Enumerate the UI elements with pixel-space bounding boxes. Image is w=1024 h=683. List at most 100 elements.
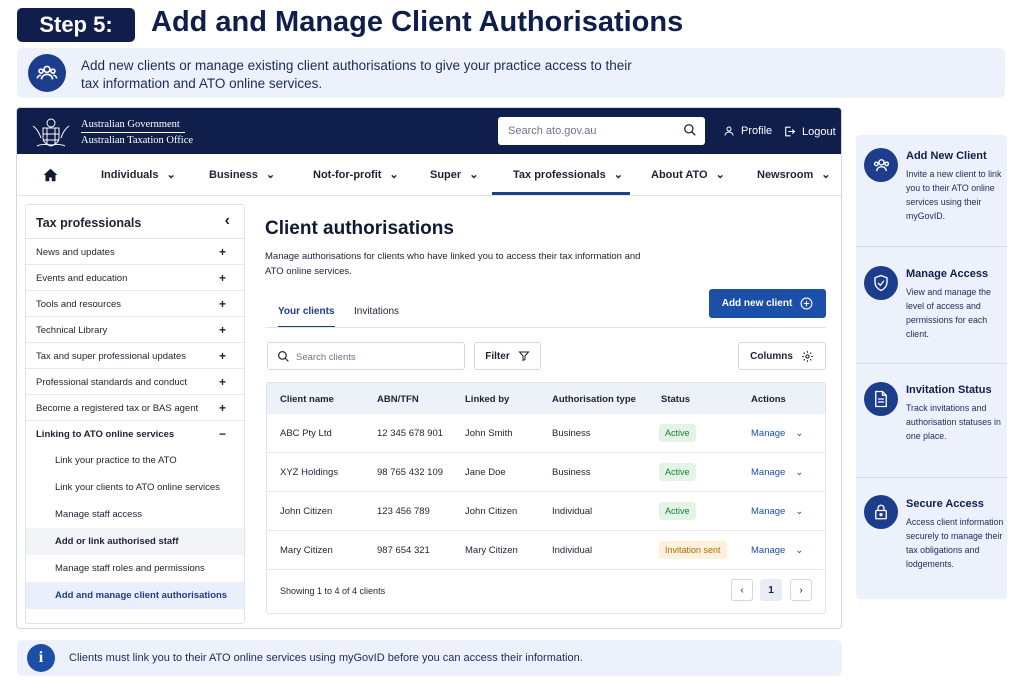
sidebar-sub-add-staff[interactable]: Add or link authorised staff: [26, 528, 244, 555]
features-panel: Add New Client Invite a new client to li…: [856, 135, 1007, 599]
search-icon: [278, 351, 289, 362]
nav-business[interactable]: Business ⌄: [209, 168, 275, 182]
table-row: Mary Citizen 987 654 321 Mary Citizen In…: [267, 531, 825, 570]
nav-about-ato[interactable]: About ATO ⌄: [651, 168, 725, 182]
status-badge: Invitation sent: [659, 541, 727, 559]
chevron-left-icon[interactable]: ‹: [225, 212, 230, 230]
nav-newsroom[interactable]: Newsroom ⌄: [757, 168, 831, 182]
sidebar-item-become-agent[interactable]: Become a registered tax or BAS agent +: [26, 395, 244, 421]
profile-link[interactable]: Profile: [723, 125, 772, 137]
chevron-down-icon: ⌄: [795, 428, 804, 439]
table-row: ABC Pty Ltd 12 345 678 901 John Smith Bu…: [267, 414, 825, 453]
nav-active-indicator: [492, 192, 630, 195]
add-new-client-button[interactable]: Add new client: [709, 289, 826, 318]
filter-button[interactable]: Filter: [474, 342, 541, 370]
sidebar-item-events[interactable]: Events and education +: [26, 265, 244, 291]
logout-link[interactable]: Logout: [783, 125, 836, 138]
gov-header: Australian Government Australian Taxatio…: [17, 108, 841, 154]
logout-label: Logout: [802, 125, 836, 138]
sidebar-item-tools[interactable]: Tools and resources +: [26, 291, 244, 317]
gov-line1: Australian Government: [81, 119, 180, 130]
nav-tax-professionals[interactable]: Tax professionals ⌄: [513, 168, 623, 182]
sidebar-item-updates[interactable]: Tax and super professional updates +: [26, 343, 244, 369]
chevron-down-icon: ⌄: [795, 467, 804, 478]
feature-card-manage-access: Manage Access View and manage the level …: [856, 247, 1007, 364]
users-icon: [864, 148, 898, 182]
sidebar-item-news[interactable]: News and updates +: [26, 239, 244, 265]
sidebar-sub-client-authorisations[interactable]: Add and manage client authorisations: [26, 582, 244, 609]
ato-website-frame: Australian Government Australian Taxatio…: [16, 107, 842, 629]
users-icon: [28, 54, 66, 92]
step-label: Step 5:: [39, 12, 113, 37]
site-search-placeholder: Search ato.gov.au: [508, 125, 597, 137]
document-icon: [864, 382, 898, 416]
sidebar-sub-staff-roles[interactable]: Manage staff roles and permissions: [26, 555, 244, 582]
nav-individuals[interactable]: Individuals ⌄: [101, 168, 176, 182]
sidebar-item-technical-library[interactable]: Technical Library +: [26, 317, 244, 343]
site-search-input[interactable]: Search ato.gov.au: [498, 117, 705, 145]
cell-abn-tfn: 123 456 789: [377, 506, 430, 517]
table-row: John Citizen 123 456 789 John Citizen In…: [267, 492, 825, 531]
cell-client-name: ABC Pty Ltd: [280, 428, 332, 439]
sidebar-item-standards[interactable]: Professional standards and conduct +: [26, 369, 244, 395]
col-actions: Actions: [751, 394, 786, 405]
manage-button[interactable]: Manage ⌄: [751, 467, 803, 478]
table-row: XYZ Holdings 98 765 432 109 Jane Doe Bus…: [267, 453, 825, 492]
sidebar-item-linking[interactable]: Linking to ATO online services −: [26, 421, 244, 447]
feature-desc: Track invitations and authorisation stat…: [906, 403, 1001, 441]
columns-button[interactable]: Columns: [738, 342, 826, 370]
status-badge: Active: [659, 502, 696, 520]
gear-icon: [801, 350, 813, 362]
plus-icon: +: [218, 323, 226, 337]
intro-banner: Add new clients or manage existing clien…: [17, 48, 1005, 98]
page-title: Add and Manage Client Authorisations: [151, 6, 684, 38]
content-title: Client authorisations: [265, 218, 454, 239]
home-icon[interactable]: [43, 168, 58, 182]
sidebar-sub-link-practice[interactable]: Link your practice to the ATO: [26, 447, 244, 474]
manage-button[interactable]: Manage ⌄: [751, 545, 803, 556]
chevron-down-icon: ⌄: [613, 169, 623, 181]
chevron-down-icon: ⌄: [166, 169, 176, 181]
plus-circle-icon: [800, 297, 813, 310]
gov-wordmark: Australian Government Australian Taxatio…: [81, 118, 193, 147]
sidebar: Tax professionals ‹ News and updates + Ev…: [25, 204, 245, 624]
manage-button[interactable]: Manage ⌄: [751, 506, 803, 517]
note-text: Clients must link you to their ATO onlin…: [69, 652, 583, 664]
minus-icon: −: [218, 427, 226, 441]
feature-card-add-client: Add New Client Invite a new client to li…: [856, 135, 1007, 247]
current-page[interactable]: 1: [760, 579, 782, 601]
plus-icon: +: [218, 245, 226, 259]
cell-client-name: John Citizen: [280, 506, 333, 517]
chevron-down-icon: ⌄: [469, 169, 479, 181]
chevron-right-icon: ›: [799, 584, 803, 596]
prev-page-button[interactable]: ‹: [731, 579, 753, 601]
search-icon[interactable]: [683, 123, 697, 137]
crest-logo: [32, 118, 70, 147]
feature-title: Secure Access: [906, 498, 984, 510]
feature-card-invitation-status: Invitation Status Track invitations and …: [856, 364, 1007, 478]
col-client-name: Client name: [280, 394, 334, 405]
clients-table: Client name ABN/TFN Linked by Authorisat…: [266, 382, 826, 614]
info-icon: i: [27, 644, 55, 672]
intro-text: Add new clients or manage existing clien…: [81, 58, 632, 91]
profile-label: Profile: [741, 125, 773, 137]
tab-invitations[interactable]: Invitations: [354, 306, 399, 326]
col-status: Status: [661, 394, 691, 405]
table-header: Client name ABN/TFN Linked by Authorisat…: [267, 383, 825, 414]
cell-linked-by: Jane Doe: [465, 467, 506, 478]
sidebar-sub-link-clients[interactable]: Link your clients to ATO online services: [26, 474, 244, 501]
next-page-button[interactable]: ›: [790, 579, 812, 601]
plus-icon: +: [218, 401, 226, 415]
cell-auth-type: Individual: [552, 506, 593, 517]
chevron-down-icon: ⌄: [821, 169, 831, 181]
feature-title: Manage Access: [906, 268, 989, 280]
client-search-input[interactable]: Search clients: [267, 342, 465, 370]
nav-not-for-profit[interactable]: Not-for-profit ⌄: [313, 168, 399, 182]
nav-super[interactable]: Super ⌄: [430, 168, 479, 182]
info-note: i Clients must link you to their ATO onl…: [17, 640, 842, 676]
tab-your-clients[interactable]: Your clients: [278, 306, 335, 328]
manage-button[interactable]: Manage ⌄: [751, 428, 803, 439]
sidebar-sub-manage-staff[interactable]: Manage staff access: [26, 501, 244, 528]
feature-desc: View and manage the level of access and …: [906, 287, 991, 339]
cell-auth-type: Business: [552, 467, 591, 478]
